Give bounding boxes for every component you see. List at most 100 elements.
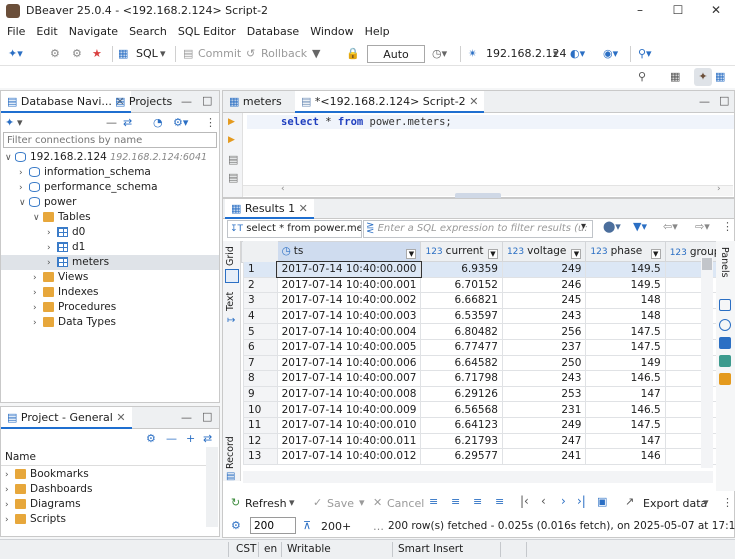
close-button[interactable]: ✕ [706,3,726,19]
link-editor-icon[interactable]: ⇄ [123,116,132,129]
maximize-panel-icon[interactable]: □ [202,94,212,107]
panel-metadata-icon[interactable] [719,337,731,349]
table-row[interactable]: 3 2017-07-14 10:40:00.002 6.66821 245 148 [243,292,735,309]
transaction-mode-icon[interactable]: ▼ [312,45,320,63]
menu-search[interactable]: Search [125,22,171,41]
ts-cell[interactable]: 2017-07-14 10:40:00.005 [276,338,422,356]
more-options-icon[interactable]: ⋮ [722,496,733,509]
grid-icon[interactable] [225,269,239,283]
minimize-button[interactable]: – [630,3,650,19]
table-row[interactable]: 4 2017-07-14 10:40:00.003 6.53597 243 148 [243,307,735,325]
minimize-editor-icon[interactable]: — [699,95,710,108]
link-icon[interactable]: ⇄ [203,432,212,445]
edit-row-icon[interactable]: ≡ [495,495,504,508]
ts-cell[interactable]: 2017-07-14 10:40:00.000 [276,260,422,279]
rollback-button[interactable]: Rollback [261,45,307,63]
voltage-cell[interactable]: 245 [501,292,587,309]
project-item-scripts[interactable]: › Scripts [5,512,66,527]
ts-cell[interactable]: 2017-07-14 10:40:00.004 [276,323,422,340]
new-connection-nav-icon[interactable]: ✦ [5,116,14,129]
tree-node-connection[interactable]: ∨ 192.168.2.124 192.168.2.124:6041 [5,150,207,165]
voltage-cell[interactable]: 247 [501,432,587,450]
current-cell[interactable]: 6.70152 [420,276,503,294]
current-cell[interactable]: 6.71798 [420,370,503,387]
ts-cell[interactable]: 2017-07-14 10:40:00.002 [276,292,422,309]
minimize-panel-icon[interactable]: — [181,95,192,108]
forward-icon[interactable]: ⇨▾ [695,220,710,233]
voltage-cell[interactable]: 237 [501,338,587,356]
connection-selector-icon[interactable]: ✴ [468,45,477,63]
ts-cell[interactable]: 2017-07-14 10:40:00.003 [276,307,422,325]
current-cell[interactable]: 6.53597 [420,307,503,325]
maximize-button[interactable]: ☐ [668,3,688,19]
phase-cell[interactable]: 146.5 [585,370,666,387]
configure-icon[interactable]: ⚙▾ [173,116,188,129]
menu-window[interactable]: Window [306,22,357,41]
tree-node-procedures[interactable]: › Procedures [33,300,116,315]
column-header-ts[interactable]: ◷ ts ▼ [276,241,422,262]
current-cell[interactable]: 6.9359 [420,261,503,278]
menu-file[interactable]: File [3,22,29,41]
dashboard-icon[interactable]: ◐▾ [570,45,585,63]
collapse-icon[interactable]: — [166,432,177,445]
project-scrollbar[interactable] [206,447,218,527]
menu-navigate[interactable]: Navigate [65,22,122,41]
save-button[interactable]: Save [327,497,354,510]
tab-project-general[interactable]: ▤ Project - General ✕ [1,407,132,429]
refresh-icon[interactable]: ↻ [231,496,240,509]
tab-script-2[interactable]: ▤ *<192.168.2.124> Script-2 ✕ [295,91,485,113]
clear-filter-icon[interactable]: ⬤▾ [603,220,621,233]
grid-view-tab[interactable]: Grid [225,246,239,266]
new-connection-icon[interactable]: ✦▾ [8,45,23,63]
connection-dropdown-icon[interactable]: ▾ [553,45,559,63]
phase-cell[interactable]: 147.5 [585,416,666,434]
search-toolbar-icon[interactable]: ⚲▾ [638,45,652,63]
open-perspective-icon[interactable]: ▦ [670,68,680,86]
column-header-voltage[interactable]: 123 voltage ▼ [501,241,587,262]
phase-cell[interactable]: 146.5 [585,401,666,418]
tab-projects[interactable]: ▤ Projects [109,91,178,113]
grid-horizontal-scrollbar[interactable] [243,471,713,483]
ts-cell[interactable]: 2017-07-14 10:40:00.009 [276,401,422,418]
tree-node-meters[interactable]: › meters [1,255,219,270]
voltage-cell[interactable]: 231 [501,401,587,418]
add-icon[interactable]: + [186,432,195,445]
voltage-cell[interactable]: 256 [501,323,587,340]
previous-page-icon[interactable]: ‹ [541,494,546,508]
panel-properties-icon[interactable] [719,299,731,311]
tab-results-1[interactable]: ▦ Results 1 ✕ [225,199,314,219]
next-page-icon[interactable]: › [561,494,566,508]
project-settings-icon[interactable]: ⚙ [146,432,156,445]
disconnect-icon[interactable]: ⚙ [72,45,82,63]
panel-chart-icon[interactable] [719,373,731,385]
add-row-icon[interactable]: ≡ [429,495,438,508]
query-text-field[interactable]: ↧T select * from power.mete [227,220,362,238]
table-row[interactable]: 1 2017-07-14 10:40:00.000 6.9359 249 149.5 [243,260,735,279]
table-row[interactable]: 6 2017-07-14 10:40:00.005 6.77477 237 147.5 [243,338,735,356]
column-header-current[interactable]: 123 current ▼ [420,241,503,262]
filter-funnel-icon[interactable]: ▼▾ [633,220,647,233]
fetch-more-icon[interactable]: ⊼ [303,519,311,532]
ts-cell[interactable]: 2017-07-14 10:40:00.010 [276,416,422,434]
nav-dropdown-icon[interactable]: ▾ [17,116,23,129]
voltage-cell[interactable]: 253 [501,385,587,403]
tree-node-performance-schema[interactable]: › performance_schema [19,180,158,195]
current-cell[interactable]: 6.56568 [420,401,503,418]
menu-sql-editor[interactable]: SQL Editor [174,22,240,41]
current-cell[interactable]: 6.29126 [420,385,503,403]
delete-row-icon[interactable]: ≡ [473,495,482,508]
phase-cell[interactable]: 149.5 [585,276,666,294]
current-cell[interactable]: 6.66821 [420,292,503,309]
fetch-size-input[interactable] [250,517,296,534]
ts-cell[interactable]: 2017-07-14 10:40:00.007 [276,370,422,387]
sort-icon[interactable]: ▼ [487,248,498,259]
tree-node-tables[interactable]: ∨ Tables [33,210,91,225]
back-icon[interactable]: ⇦▾ [663,220,678,233]
menu-database[interactable]: Database [243,22,304,41]
auto-commit-box[interactable]: Auto [367,45,425,63]
ts-cell[interactable]: 2017-07-14 10:40:00.011 [276,432,422,450]
filter-icon[interactable]: ◔ [153,116,163,129]
fetch-more-button[interactable]: 200+ [321,520,351,533]
tree-node-views[interactable]: › Views [33,270,88,285]
phase-cell[interactable]: 147.5 [585,338,666,356]
